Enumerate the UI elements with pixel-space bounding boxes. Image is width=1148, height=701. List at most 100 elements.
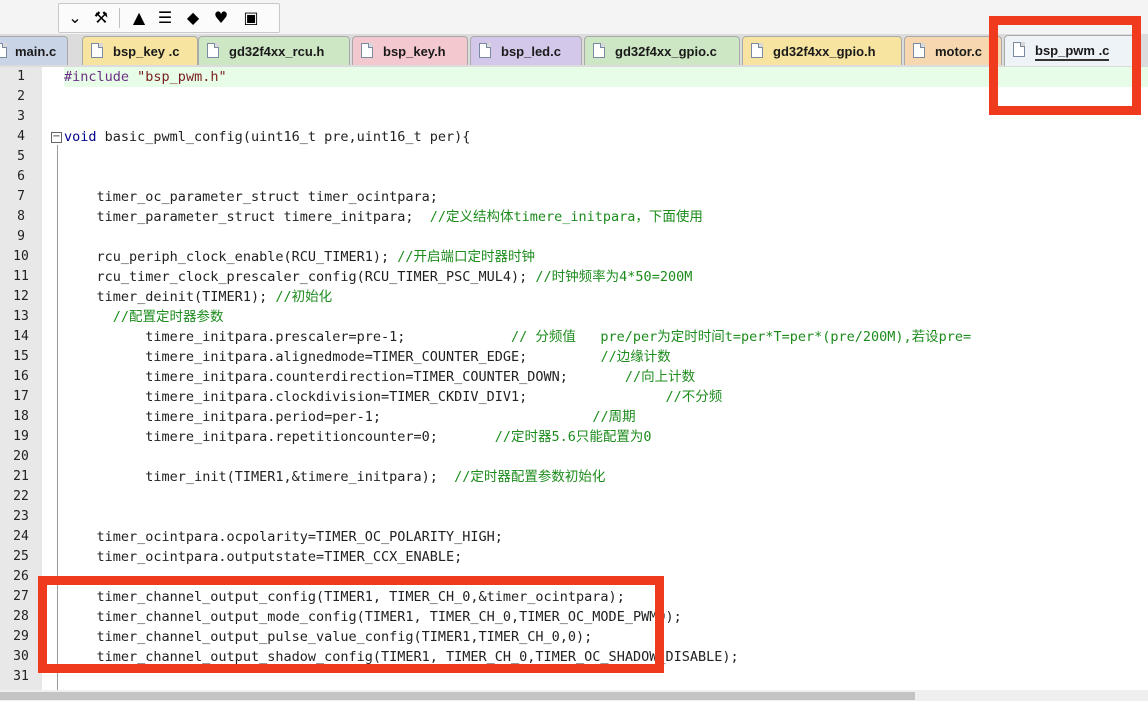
code-line[interactable]: 24 timer_ocintpara.ocpolarity=TIMER_OC_PO… [0,527,1148,547]
tab-bsp-key-c[interactable]: bsp_key .c [82,36,198,65]
code-line[interactable]: 2 [0,87,1148,107]
code-token: timer_channel_output_shadow_config(TIMER… [96,649,739,665]
code-line[interactable]: 7 timer_oc_parameter_struct timer_ocintpa… [0,187,1148,207]
code-line[interactable]: 31 [0,667,1148,687]
tab-gd32f4xx-rcu-h[interactable]: gd32f4xx_rcu.h [198,36,350,65]
code-line[interactable]: 13 //配置定时器参数 [0,307,1148,327]
tab-motor-c[interactable]: motor.c [904,36,1002,65]
code-line[interactable]: 18 timere_initpara.period=per-1; //周期 [0,407,1148,427]
code-line[interactable]: 19 timere_initpara.repetitioncounter=0; /… [0,427,1148,447]
line-number: 8 [17,209,25,224]
code-line[interactable]: 25 timer_ocintpara.outputstate=TIMER_CCX_… [0,547,1148,567]
code-comment: // 分频值 pre/per为定时时间t=per*T=per*(pre/200M… [511,329,972,345]
toolbar: ⌄ ⚒ ▲ ☰ ◆ ♥ ▣ [0,0,1148,34]
file-icon [361,43,373,58]
code-text: timere_initpara.period=per-1; //周期 [145,407,635,427]
tab-gd32f4xx-gpio-c[interactable]: gd32f4xx_gpio.c [584,36,740,65]
code-text: timer_channel_output_pulse_value_config(… [97,627,593,647]
code-comment: //周期 [592,409,636,425]
diamond-icon[interactable]: ◆ [183,8,203,28]
line-number: 25 [13,549,29,564]
tab-label: bsp_key .c [113,44,180,59]
code-token: timere_initpara.prescaler=pre-1; [145,329,512,345]
code-line[interactable]: 3 [0,107,1148,127]
horizontal-scrollbar[interactable] [0,690,1148,701]
code-text: timere_initpara.clockdivision=TIMER_CKDI… [145,387,722,407]
layers-icon[interactable]: ☰ [155,8,175,28]
file-icon [479,43,491,58]
file-icon [751,43,763,58]
line-number: 21 [13,469,29,484]
code-line[interactable]: 1 #include "bsp_pwm.h" [17,67,1148,87]
code-line[interactable]: 14 timere_initpara.prescaler=pre-1; // 分频… [0,327,1148,347]
code-comment: //开启端口定时器时钟 [397,249,536,265]
code-line[interactable]: 10 rcu_periph_clock_enable(RCU_TIMER1); /… [0,247,1148,267]
code-editor[interactable]: − 1 #include "bsp_pwm.h" 2 3 4 void basic_pwm… [0,67,1148,690]
code-line[interactable]: 16 timere_initpara.counterdirection=TIMER… [0,367,1148,387]
code-token: timer_init(TIMER1,&timere_initpara); [145,469,455,485]
code-comment: //定时器5.6只能配置为0 [494,429,652,445]
file-icon [91,43,103,58]
load-icon[interactable]: ▲ [129,8,149,28]
tab-gd32f4xx-gpio-h[interactable]: gd32f4xx_gpio.h [742,36,902,65]
code-line[interactable]: 17 timere_initpara.clockdivision=TIMER_CK… [0,387,1148,407]
code-token: timere_initpara.alignedmode=TIMER_COUNTE… [145,349,601,365]
file-icon [593,43,605,58]
heart-icon[interactable]: ♥ [211,8,231,28]
code-line[interactable]: 28 timer_channel_output_mode_config(TIMER… [0,607,1148,627]
line-number: 7 [17,189,25,204]
code-comment: //定时器配置参数初始化 [454,469,606,485]
code-token: rcu_timer_clock_prescaler_config(RCU_TIM… [96,269,536,285]
code-line[interactable]: 4 void basic_pwml_config(uint16_t pre,uin… [0,127,1148,147]
code-line[interactable]: 5 [0,147,1148,167]
code-line[interactable]: 12 timer_deinit(TIMER1); //初始化 [0,287,1148,307]
code-line[interactable]: 22 [0,487,1148,507]
line-number: 13 [13,309,29,324]
tab-bsp-pwm-c[interactable]: bsp_pwm .c [1004,35,1140,66]
horizontal-scrollbar-thumb[interactable] [0,692,915,700]
code-line[interactable]: 23 [0,507,1148,527]
code-text: //配置定时器参数 [113,307,224,327]
file-icon [913,43,925,58]
code-text: timere_initpara.prescaler=pre-1; // 分频值 … [145,327,971,347]
code-line[interactable]: 20 [0,447,1148,467]
package-icon[interactable]: ▣ [241,8,261,28]
code-token: rcu_periph_clock_enable(RCU_TIMER1); [96,249,398,265]
tab-label: bsp_pwm .c [1035,43,1110,61]
code-text: timer_parameter_struct timere_initpara; … [97,207,703,227]
code-line[interactable]: 6 [0,167,1148,187]
line-number: 16 [13,369,29,384]
line-number: 11 [13,269,29,284]
code-line[interactable]: 11 rcu_timer_clock_prescaler_config(RCU_T… [0,267,1148,287]
code-comment: //配置定时器参数 [112,309,224,325]
code-comment: //不分频 [665,389,723,405]
tab-main-c[interactable]: main.c [0,36,68,65]
tab-label: bsp_key.h [383,44,446,59]
code-token: "bsp_pwm.h" [137,69,227,85]
line-number: 19 [13,429,29,444]
file-icon [1013,42,1025,57]
code-token: #include [64,69,130,85]
code-comment: //向上计数 [624,369,696,385]
line-number: 30 [13,649,29,664]
line-number: 29 [13,629,29,644]
line-number: 18 [13,409,29,424]
magic-wand-icon[interactable]: ⚒ [91,8,111,28]
dropdown-icon[interactable]: ⌄ [65,8,85,28]
code-line[interactable]: 26 [0,567,1148,587]
code-line[interactable]: 27 timer_channel_output_config(TIMER1, TI… [0,587,1148,607]
code-line[interactable]: 30 timer_channel_output_shadow_config(TIM… [0,647,1148,667]
tab-bsp-key-h[interactable]: bsp_key.h [352,36,468,65]
code-line[interactable]: 8 timer_parameter_struct timere_initpara;… [0,207,1148,227]
code-text: timere_initpara.alignedmode=TIMER_COUNTE… [145,347,670,367]
code-line[interactable]: 9 [0,227,1148,247]
tab-bsp-led-c[interactable]: bsp_led.c [470,36,582,65]
code-line[interactable]: 29 timer_channel_output_pulse_value_confi… [0,627,1148,647]
toolbar-separator [119,8,120,28]
file-icon [207,43,219,58]
code-line[interactable]: 21 timer_init(TIMER1,&timere_initpara); /… [0,467,1148,487]
code-line[interactable]: 15 timere_initpara.alignedmode=TIMER_COUN… [0,347,1148,367]
code-text: timer_oc_parameter_struct timer_ocintpar… [97,187,438,207]
code-token: basic_pwml_config(uint16_t pre,uint16_t … [96,129,471,145]
code-keyword: void [64,129,97,145]
